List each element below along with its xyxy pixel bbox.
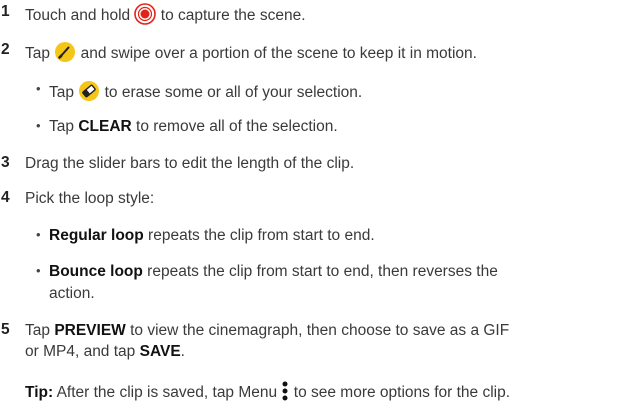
bullet: • [36,263,41,278]
save-label: SAVE [139,343,181,360]
step-4-sub-2-after: repeats the clip from start to end, then… [147,263,498,280]
step-2-sub-2: Tap CLEAR to remove all of the selection… [49,117,338,137]
step-4-sub-2-cont: action. [49,285,95,302]
step-2-sub-1-before: Tap [49,84,74,101]
step-2-sub-2-after: to remove all of the selection. [136,118,338,135]
step-4-text: Pick the loop style: [25,190,155,207]
bounce-loop-label: Bounce loop [49,263,143,280]
brush-icon [54,41,76,69]
step-3-number: 3 [1,154,10,171]
step-2-sub-1: Tap to erase some or all of your selecti… [49,80,362,108]
step-1-number: 1 [1,3,10,20]
step-4-sub-2: Bounce loop repeats the clip from start … [49,262,498,282]
step-5-cont-after: . [180,343,185,360]
step-2-text: Tap and swipe over a portion of the scen… [25,41,477,69]
step-2-before: Tap [25,45,50,62]
regular-loop-label: Regular loop [49,227,144,244]
step-5-number: 5 [1,321,10,338]
step-2-after: and swipe over a portion of the scene to… [80,45,477,62]
preview-label: PREVIEW [54,322,126,339]
menu-dots-icon [281,380,289,408]
step-2-sub-2-before: Tap [49,118,74,135]
step-1-after: to capture the scene. [160,7,306,24]
record-button-icon [134,3,157,31]
step-5-before: Tap [25,322,50,339]
step-3-text: Drag the slider bars to edit the length … [25,155,355,172]
eraser-icon [78,80,100,108]
step-2-sub-1-after: to erase some or all of your selection. [104,84,363,101]
step-4-sub-1: Regular loop repeats the clip from start… [49,226,375,246]
step-4-number: 4 [1,189,10,206]
step-5-cont-before: or MP4, and tap [25,343,136,360]
bullet: • [36,81,41,96]
step-4-sub-1-after: repeats the clip from start to end. [148,227,375,244]
step-2-number: 2 [1,41,10,58]
step-5-text: Tap PREVIEW to view the cinemagraph, the… [25,321,509,341]
step-1-before: Touch and hold [25,7,131,24]
bullet: • [36,227,41,242]
step-5-cont: or MP4, and tap SAVE. [25,342,185,362]
tip-before: After the clip is saved, tap Menu [56,384,278,401]
step-1-text: Touch and hold to capture the scene. [25,3,306,31]
tip-after: to see more options for the clip. [293,384,511,401]
tip-text: Tip: After the clip is saved, tap Menu t… [25,380,510,408]
tip-label: Tip: [25,384,54,401]
step-5-after: to view the cinemagraph, then choose to … [130,322,510,339]
bullet: • [36,118,41,133]
clear-label: CLEAR [78,118,132,135]
